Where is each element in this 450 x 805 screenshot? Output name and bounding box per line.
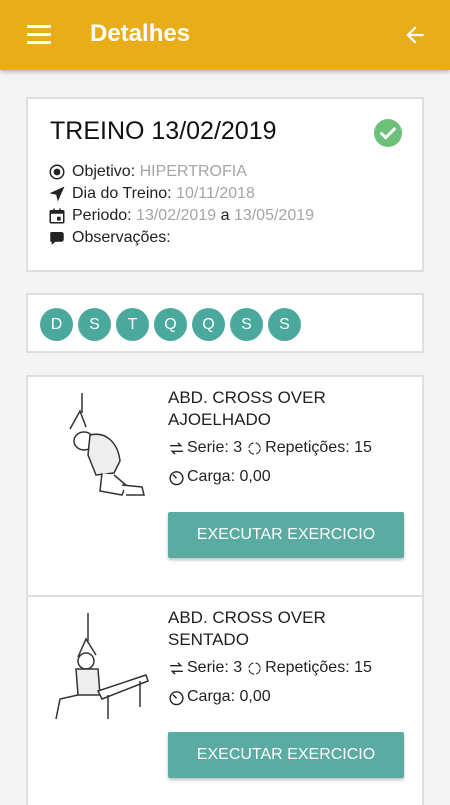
objetivo-label: Objetivo: (72, 163, 136, 180)
chat-icon (50, 232, 64, 245)
exercise-serie: Serie: 3 (187, 439, 243, 456)
day-sat[interactable]: S (268, 308, 301, 341)
arrow-left-icon[interactable] (402, 22, 428, 48)
obs-label: Observações: (72, 229, 171, 246)
menu-icon[interactable] (27, 25, 51, 45)
check-circle-icon (374, 119, 402, 147)
speedometer-icon (169, 690, 184, 705)
day-mon[interactable]: S (78, 308, 111, 341)
day-tue[interactable]: T (116, 308, 149, 341)
speedometer-icon (169, 470, 184, 485)
exercise-carga: Carga: 0,00 (187, 688, 271, 705)
periodo-row: Periodo: 13/02/2019 a 13/05/2019 (48, 207, 314, 225)
app-bar: Detalhes (0, 0, 450, 70)
target-icon (49, 164, 65, 180)
exercise-card: ABD. CROSS OVER SENTADO Serie: 3 Repetiç… (26, 595, 424, 805)
exercise-carga-row: Carga: 0,00 (168, 688, 271, 706)
exercise-illustration (69, 393, 145, 496)
day-thu[interactable]: Q (192, 308, 225, 341)
treino-title: TREINO 13/02/2019 (50, 117, 277, 145)
exercise-serie: Serie: 3 (187, 659, 243, 676)
execute-exercise-button[interactable]: EXECUTAR EXERCICIO (168, 512, 404, 558)
dia-label: Dia do Treino: (72, 185, 172, 202)
day-fri[interactable]: S (230, 308, 263, 341)
refresh-icon (248, 441, 261, 455)
periodo-sep: a (220, 207, 230, 224)
exercise-series-row: Serie: 3 Repetições: 15 (168, 659, 372, 677)
exercise-carga: Carga: 0,00 (187, 468, 271, 485)
exercise-name: ABD. CROSS OVER SENTADO (168, 608, 326, 649)
swap-icon (170, 441, 183, 455)
exercise-repeticoes: Repetições: 15 (265, 439, 372, 456)
send-icon (49, 186, 65, 202)
periodo-start: 13/02/2019 (136, 207, 217, 224)
execute-exercise-button[interactable]: EXECUTAR EXERCICIO (168, 732, 404, 778)
periodo-label: Periodo: (72, 207, 132, 224)
refresh-icon (248, 661, 261, 675)
exercise-carga-row: Carga: 0,00 (168, 468, 271, 486)
page-title: Detalhes (90, 20, 191, 47)
swap-icon (170, 661, 183, 675)
treino-card: TREINO 13/02/2019 Objetivo: HIPERTROFIA … (26, 97, 424, 272)
exercise-card: ABD. CROSS OVER AJOELHADO Serie: 3 Repet… (26, 375, 424, 597)
exercise-illustration (55, 613, 149, 720)
obs-row: Observações: (48, 229, 171, 247)
exercise-repeticoes: Repetições: 15 (265, 659, 372, 676)
days-card: D S T Q Q S S (26, 293, 424, 353)
dia-row: Dia do Treino: 10/11/2018 (48, 185, 255, 203)
day-sun[interactable]: D (40, 308, 73, 341)
objetivo-row: Objetivo: HIPERTROFIA (48, 163, 247, 181)
exercise-name: ABD. CROSS OVER AJOELHADO (168, 388, 326, 429)
dia-value: 10/11/2018 (176, 185, 255, 202)
day-wed[interactable]: Q (154, 308, 187, 341)
objetivo-value: HIPERTROFIA (139, 163, 247, 180)
periodo-end: 13/05/2019 (233, 207, 315, 224)
exercise-series-row: Serie: 3 Repetições: 15 (168, 439, 372, 457)
calendar-icon (49, 208, 65, 224)
